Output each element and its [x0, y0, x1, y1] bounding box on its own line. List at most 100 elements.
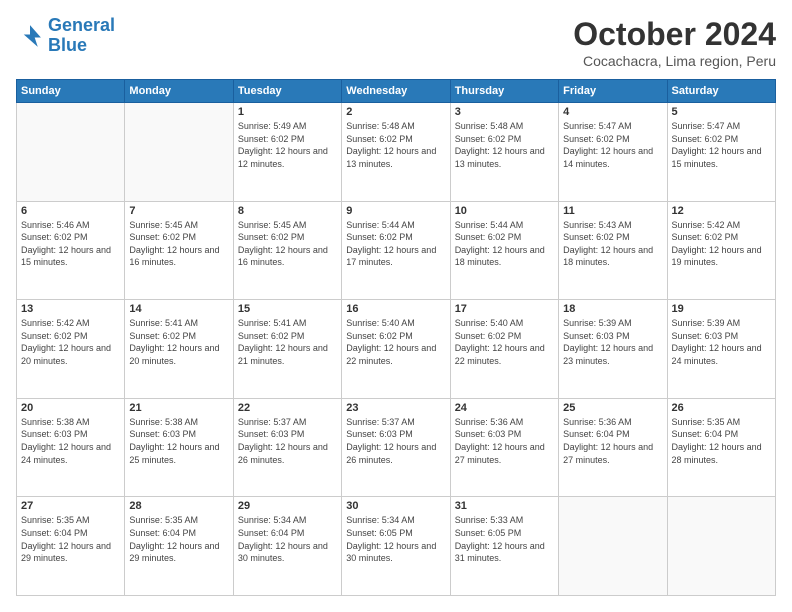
logo-icon — [16, 22, 44, 50]
table-row: 25 Sunrise: 5:36 AMSunset: 6:04 PMDayligh… — [559, 398, 667, 497]
day-number: 15 — [238, 303, 337, 315]
table-row: 11 Sunrise: 5:43 AMSunset: 6:02 PMDayligh… — [559, 201, 667, 300]
calendar-week-row: 13Sunrise: 5:42 AMSunset: 6:02 PMDayligh… — [17, 300, 776, 399]
day-number: 27 — [21, 500, 120, 512]
day-info: Sunrise: 5:45 AMSunset: 6:02 PMDaylight:… — [129, 219, 228, 269]
main-title: October 2024 — [573, 16, 776, 53]
day-info: Sunrise: 5:35 AMSunset: 6:04 PMDaylight:… — [21, 514, 120, 564]
title-block: October 2024 Cocachacra, Lima region, Pe… — [573, 16, 776, 69]
table-row: 14 Sunrise: 5:41 AMSunset: 6:02 PMDayligh… — [125, 300, 233, 399]
day-number: 23 — [346, 402, 445, 414]
day-number: 10 — [455, 205, 554, 217]
table-row — [17, 103, 125, 202]
day-number: 4 — [563, 106, 662, 118]
day-info: Sunrise: 5:39 AMSunset: 6:03 PMDaylight:… — [672, 317, 771, 367]
calendar-week-row: 27 Sunrise: 5:35 AMSunset: 6:04 PMDayligh… — [17, 497, 776, 596]
calendar-week-row: 1 Sunrise: 5:49 AMSunset: 6:02 PMDaylight… — [17, 103, 776, 202]
table-row: 30 Sunrise: 5:34 AMSunset: 6:05 PMDayligh… — [342, 497, 450, 596]
table-row: 19 Sunrise: 5:39 AMSunset: 6:03 PMDayligh… — [667, 300, 775, 399]
day-info: Sunrise: 5:41 AMSunset: 6:02 PMDaylight:… — [129, 317, 228, 367]
table-row: 16 Sunrise: 5:40 AMSunset: 6:02 PMDayligh… — [342, 300, 450, 399]
day-info: Sunrise: 5:37 AMSunset: 6:03 PMDaylight:… — [238, 416, 337, 466]
table-row: 27 Sunrise: 5:35 AMSunset: 6:04 PMDayligh… — [17, 497, 125, 596]
day-info: Sunrise: 5:44 AMSunset: 6:02 PMDaylight:… — [455, 219, 554, 269]
table-row — [667, 497, 775, 596]
day-number: 19 — [672, 303, 771, 315]
table-row — [559, 497, 667, 596]
day-info: Sunrise: 5:33 AMSunset: 6:05 PMDaylight:… — [455, 514, 554, 564]
table-row: 7 Sunrise: 5:45 AMSunset: 6:02 PMDaylight… — [125, 201, 233, 300]
col-saturday: Saturday — [667, 80, 775, 103]
table-row: 13Sunrise: 5:42 AMSunset: 6:02 PMDayligh… — [17, 300, 125, 399]
day-info: Sunrise: 5:34 AMSunset: 6:04 PMDaylight:… — [238, 514, 337, 564]
day-info: Sunrise: 5:45 AMSunset: 6:02 PMDaylight:… — [238, 219, 337, 269]
table-row: 17Sunrise: 5:40 AMSunset: 6:02 PMDayligh… — [450, 300, 558, 399]
day-info: Sunrise: 5:42 AMSunset: 6:02 PMDaylight:… — [21, 317, 120, 367]
day-number: 3 — [455, 106, 554, 118]
table-row: 18 Sunrise: 5:39 AMSunset: 6:03 PMDayligh… — [559, 300, 667, 399]
col-wednesday: Wednesday — [342, 80, 450, 103]
table-row: 31 Sunrise: 5:33 AMSunset: 6:05 PMDayligh… — [450, 497, 558, 596]
day-info: Sunrise: 5:34 AMSunset: 6:05 PMDaylight:… — [346, 514, 445, 564]
day-number: 14 — [129, 303, 228, 315]
table-row: 21 Sunrise: 5:38 AMSunset: 6:03 PMDayligh… — [125, 398, 233, 497]
day-number: 2 — [346, 106, 445, 118]
day-number: 30 — [346, 500, 445, 512]
day-number: 21 — [129, 402, 228, 414]
calendar-table: Sunday Monday Tuesday Wednesday Thursday… — [16, 79, 776, 596]
header: General Blue October 2024 Cocachacra, Li… — [16, 16, 776, 69]
day-number: 8 — [238, 205, 337, 217]
logo: General Blue — [16, 16, 115, 56]
day-info: Sunrise: 5:38 AMSunset: 6:03 PMDaylight:… — [129, 416, 228, 466]
table-row — [125, 103, 233, 202]
table-row: 22 Sunrise: 5:37 AMSunset: 6:03 PMDayligh… — [233, 398, 341, 497]
table-row: 2Sunrise: 5:48 AMSunset: 6:02 PMDaylight… — [342, 103, 450, 202]
day-number: 18 — [563, 303, 662, 315]
day-info: Sunrise: 5:49 AMSunset: 6:02 PMDaylight:… — [238, 120, 337, 170]
table-row: 29Sunrise: 5:34 AMSunset: 6:04 PMDayligh… — [233, 497, 341, 596]
day-number: 16 — [346, 303, 445, 315]
day-info: Sunrise: 5:35 AMSunset: 6:04 PMDaylight:… — [129, 514, 228, 564]
table-row: 5 Sunrise: 5:47 AMSunset: 6:02 PMDaylight… — [667, 103, 775, 202]
table-row: 12 Sunrise: 5:42 AMSunset: 6:02 PMDayligh… — [667, 201, 775, 300]
day-info: Sunrise: 5:36 AMSunset: 6:04 PMDaylight:… — [563, 416, 662, 466]
day-number: 7 — [129, 205, 228, 217]
day-info: Sunrise: 5:40 AMSunset: 6:02 PMDaylight:… — [346, 317, 445, 367]
day-number: 28 — [129, 500, 228, 512]
day-number: 25 — [563, 402, 662, 414]
day-number: 31 — [455, 500, 554, 512]
table-row: 20Sunrise: 5:38 AMSunset: 6:03 PMDayligh… — [17, 398, 125, 497]
col-sunday: Sunday — [17, 80, 125, 103]
logo-text: General Blue — [48, 16, 115, 56]
col-monday: Monday — [125, 80, 233, 103]
day-info: Sunrise: 5:37 AMSunset: 6:03 PMDaylight:… — [346, 416, 445, 466]
calendar-header-row: Sunday Monday Tuesday Wednesday Thursday… — [17, 80, 776, 103]
day-info: Sunrise: 5:36 AMSunset: 6:03 PMDaylight:… — [455, 416, 554, 466]
day-number: 11 — [563, 205, 662, 217]
day-number: 5 — [672, 106, 771, 118]
table-row: 15Sunrise: 5:41 AMSunset: 6:02 PMDayligh… — [233, 300, 341, 399]
col-friday: Friday — [559, 80, 667, 103]
day-number: 1 — [238, 106, 337, 118]
table-row: 8 Sunrise: 5:45 AMSunset: 6:02 PMDaylight… — [233, 201, 341, 300]
subtitle: Cocachacra, Lima region, Peru — [573, 53, 776, 69]
day-info: Sunrise: 5:39 AMSunset: 6:03 PMDaylight:… — [563, 317, 662, 367]
table-row: 4 Sunrise: 5:47 AMSunset: 6:02 PMDaylight… — [559, 103, 667, 202]
table-row: 1 Sunrise: 5:49 AMSunset: 6:02 PMDaylight… — [233, 103, 341, 202]
col-thursday: Thursday — [450, 80, 558, 103]
page: General Blue October 2024 Cocachacra, Li… — [0, 0, 792, 612]
day-number: 22 — [238, 402, 337, 414]
day-info: Sunrise: 5:47 AMSunset: 6:02 PMDaylight:… — [563, 120, 662, 170]
table-row: 23 Sunrise: 5:37 AMSunset: 6:03 PMDayligh… — [342, 398, 450, 497]
table-row: 28 Sunrise: 5:35 AMSunset: 6:04 PMDayligh… — [125, 497, 233, 596]
day-number: 17 — [455, 303, 554, 315]
day-number: 24 — [455, 402, 554, 414]
table-row: 26Sunrise: 5:35 AMSunset: 6:04 PMDayligh… — [667, 398, 775, 497]
day-info: Sunrise: 5:43 AMSunset: 6:02 PMDaylight:… — [563, 219, 662, 269]
day-info: Sunrise: 5:42 AMSunset: 6:02 PMDaylight:… — [672, 219, 771, 269]
day-number: 12 — [672, 205, 771, 217]
table-row: 24 Sunrise: 5:36 AMSunset: 6:03 PMDayligh… — [450, 398, 558, 497]
day-info: Sunrise: 5:47 AMSunset: 6:02 PMDaylight:… — [672, 120, 771, 170]
day-info: Sunrise: 5:46 AMSunset: 6:02 PMDaylight:… — [21, 219, 120, 269]
logo-line1: General — [48, 15, 115, 35]
